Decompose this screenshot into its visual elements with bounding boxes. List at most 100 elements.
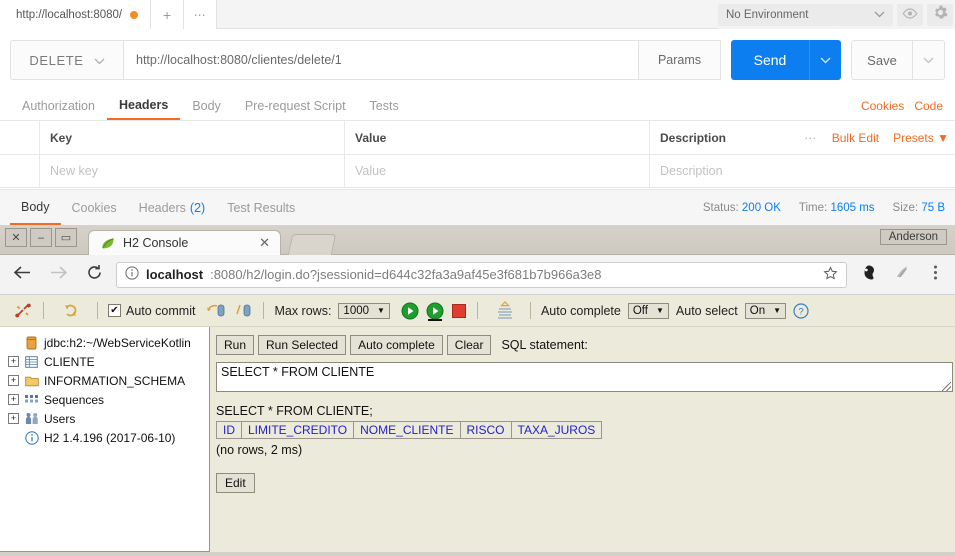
- auto-select-select[interactable]: On ▼: [744, 302, 787, 319]
- expand-icon[interactable]: +: [8, 394, 19, 405]
- save-options-button[interactable]: [913, 40, 945, 80]
- auto-complete-select[interactable]: Off ▼: [627, 302, 669, 319]
- info-circle-icon[interactable]: [125, 266, 139, 283]
- new-tab-button[interactable]: +: [151, 0, 185, 29]
- result-column-nome-cliente: NOME_CLIENTE: [353, 421, 461, 439]
- gear-icon: [933, 5, 948, 25]
- tab-authorization[interactable]: Authorization: [10, 91, 107, 120]
- chevron-down-icon: [874, 9, 885, 21]
- max-rows-select[interactable]: 1000 ▼: [338, 302, 390, 319]
- stop-red-icon[interactable]: [451, 303, 467, 319]
- ellipsis-icon[interactable]: ⋯: [804, 131, 818, 145]
- browser-tab-h2-console[interactable]: H2 Console ✕: [88, 230, 281, 255]
- close-icon[interactable]: ✕: [259, 235, 274, 251]
- response-tab-cookies[interactable]: Cookies: [61, 190, 128, 225]
- tree-node-connection[interactable]: jdbc:h2:~/WebServiceKotlin: [4, 333, 205, 352]
- settings-button[interactable]: [927, 3, 953, 26]
- help-circle-icon[interactable]: ?: [793, 302, 809, 319]
- time-group: Time: 1605 ms: [799, 202, 875, 214]
- autocomplete-panel-icon[interactable]: [496, 301, 514, 320]
- cookies-link[interactable]: Cookies: [861, 99, 904, 113]
- extension-icon: [860, 264, 877, 286]
- close-window-button[interactable]: ✕: [5, 228, 27, 247]
- tree-node-users[interactable]: + Users: [4, 409, 205, 428]
- result-grid-header-row: ID LIMITE_CREDITO NOME_CLIENTE RISCO TAX…: [216, 421, 603, 439]
- bulk-edit-button[interactable]: Bulk Edit: [832, 131, 879, 145]
- environment-select[interactable]: No Environment: [718, 3, 893, 26]
- extension-2-button[interactable]: [889, 262, 915, 288]
- sql-statement-input[interactable]: SELECT * FROM CLIENTE: [216, 362, 953, 392]
- browser-menu-button[interactable]: [923, 264, 947, 285]
- url-input[interactable]: http://localhost:8080/clientes/delete/1: [124, 40, 639, 80]
- tab-pre-request-script[interactable]: Pre-request Script: [233, 91, 358, 120]
- reload-button[interactable]: [80, 261, 108, 289]
- save-button[interactable]: Save: [851, 40, 913, 80]
- eye-icon: [902, 6, 918, 24]
- forward-button[interactable]: [44, 261, 72, 289]
- new-tab-button[interactable]: [287, 234, 337, 255]
- send-options-button[interactable]: [809, 40, 841, 80]
- send-button[interactable]: Send: [731, 40, 809, 80]
- run-button[interactable]: Run: [216, 334, 255, 356]
- new-value-input[interactable]: Value: [345, 155, 650, 187]
- more-tabs-button[interactable]: ⋯: [184, 0, 218, 29]
- commit-icon[interactable]: [206, 302, 226, 319]
- code-link[interactable]: Code: [914, 99, 943, 113]
- edit-button[interactable]: Edit: [216, 473, 255, 493]
- result-column-limite-credito: LIMITE_CREDITO: [240, 421, 355, 439]
- presets-button[interactable]: Presets ▼: [893, 131, 949, 145]
- expand-icon[interactable]: +: [8, 413, 19, 424]
- tab-headers[interactable]: Headers: [106, 91, 181, 120]
- new-key-input[interactable]: New key: [40, 155, 345, 187]
- tab-body[interactable]: Body: [180, 91, 233, 120]
- run-green-icon[interactable]: [401, 302, 419, 320]
- user-label[interactable]: Anderson: [879, 229, 947, 245]
- address-bar[interactable]: localhost:8080/h2/login.do?jsessionid=d6…: [116, 261, 847, 288]
- auto-select-label: Auto select: [675, 303, 738, 318]
- expand-icon[interactable]: +: [8, 356, 19, 367]
- tree-node-sequences[interactable]: + Sequences: [4, 390, 205, 409]
- environment-selected-label: No Environment: [726, 8, 809, 21]
- response-tab-headers[interactable]: Headers (2): [128, 190, 217, 225]
- presets-label: Presets: [893, 130, 934, 145]
- clear-button[interactable]: Clear: [446, 334, 492, 356]
- tree-node-cliente[interactable]: + CLIENTE: [4, 352, 205, 371]
- tab-tests[interactable]: Tests: [358, 91, 411, 120]
- minimize-window-button[interactable]: –: [30, 228, 52, 247]
- window-controls: ✕ – ▭: [5, 228, 77, 247]
- response-tab-test-results[interactable]: Test Results: [216, 190, 306, 225]
- headers-tools: ⋯ Bulk Edit Presets ▼: [804, 121, 955, 154]
- run-selected-green-icon[interactable]: [426, 302, 444, 321]
- http-method-select[interactable]: DELETE: [10, 40, 124, 80]
- tree-node-information-schema[interactable]: + INFORMATION_SCHEMA: [4, 371, 205, 390]
- new-description-input[interactable]: Description: [650, 155, 955, 187]
- run-selected-button[interactable]: Run Selected: [258, 334, 347, 356]
- headers-new-row[interactable]: New key Value Description: [0, 155, 955, 188]
- response-headers-count: (2): [189, 200, 206, 215]
- star-icon[interactable]: [823, 265, 838, 284]
- maximize-window-button[interactable]: ▭: [55, 228, 77, 247]
- chevron-down-icon: [820, 51, 831, 69]
- expand-icon[interactable]: +: [8, 375, 19, 386]
- postman-request-tab[interactable]: http://localhost:8080/: [0, 0, 152, 29]
- rollback-icon[interactable]: [233, 302, 253, 319]
- disconnect-icon[interactable]: [14, 302, 33, 320]
- h2-object-tree[interactable]: jdbc:h2:~/WebServiceKotlin + CLIENTE + I…: [0, 327, 210, 552]
- result-row-status: (no rows, 2 ms): [216, 443, 303, 457]
- auto-complete-button[interactable]: Auto complete: [350, 334, 443, 356]
- environment-quick-look-button[interactable]: [897, 3, 923, 26]
- refresh-icon[interactable]: [62, 302, 81, 320]
- params-button[interactable]: Params: [639, 40, 721, 80]
- request-url-row: DELETE http://localhost:8080/clientes/de…: [0, 29, 955, 91]
- run-selected-underline: [427, 318, 442, 321]
- column-value-label: Value: [355, 130, 387, 145]
- tab-tests-label: Tests: [369, 98, 399, 113]
- caret-down-icon: ▼: [773, 306, 782, 315]
- resize-handle-icon[interactable]: [942, 382, 951, 391]
- row-checkbox-cell[interactable]: [0, 155, 40, 187]
- extension-button[interactable]: [855, 262, 881, 288]
- auto-commit-checkbox[interactable]: ✔ Auto commit: [108, 304, 195, 318]
- back-button[interactable]: [8, 261, 36, 289]
- response-tab-body[interactable]: Body: [10, 190, 61, 225]
- browser-title-bar[interactable]: ✕ – ▭ H2 Console ✕ Anderson: [0, 225, 955, 255]
